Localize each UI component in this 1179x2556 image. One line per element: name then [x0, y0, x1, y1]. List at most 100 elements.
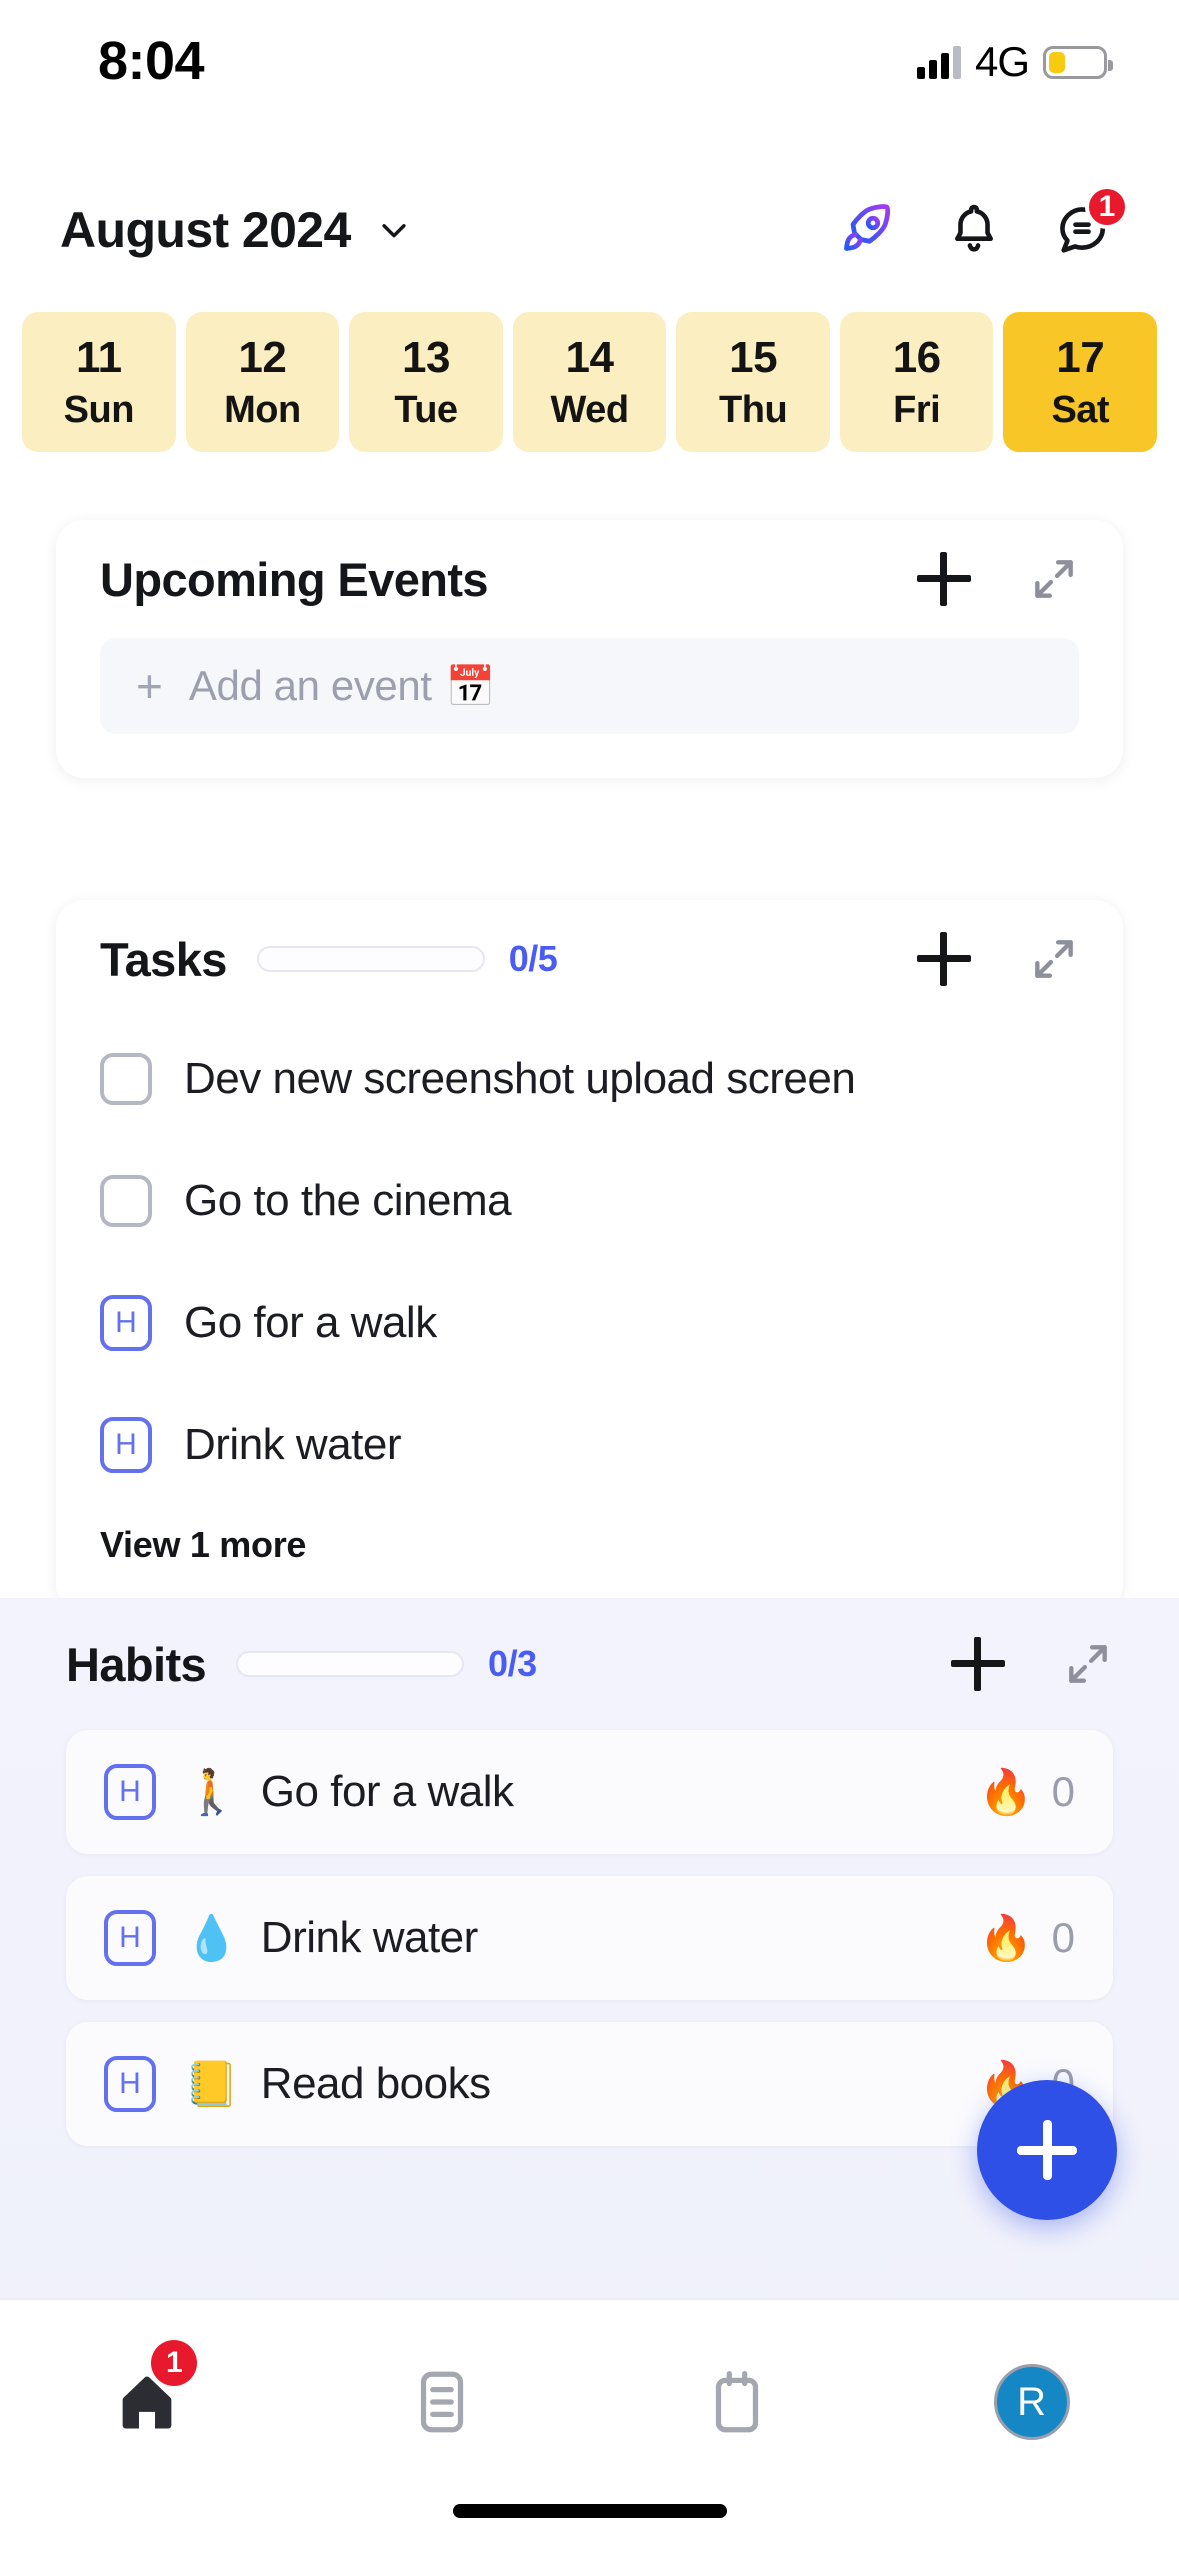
- habits-card-header: Habits 0/3: [0, 1598, 1179, 1730]
- bell-icon[interactable]: [943, 199, 1005, 261]
- notebook-emoji-icon: 📒: [184, 2060, 239, 2109]
- app-screen: 8:04 4G August 2024 1 11 Sun 12 Mon 13 T…: [0, 0, 1179, 2556]
- date-weekday: Mon: [224, 388, 301, 431]
- fire-emoji-icon: 🔥: [978, 1768, 1034, 1817]
- add-habit-button[interactable]: [951, 1637, 1005, 1691]
- events-title: Upcoming Events: [100, 552, 489, 606]
- date-number: 16: [892, 332, 941, 382]
- table-row[interactable]: Go to the cinema: [56, 1140, 1123, 1262]
- date-cell-13[interactable]: 13 Tue: [349, 312, 503, 452]
- date-weekday: Tue: [394, 388, 458, 431]
- date-number: 17: [1056, 332, 1105, 382]
- chat-bubble-icon[interactable]: 1: [1051, 185, 1129, 261]
- habit-badge-icon[interactable]: H: [104, 2056, 156, 2112]
- habit-badge-icon[interactable]: H: [104, 1764, 156, 1820]
- habit-badge-icon[interactable]: H: [100, 1417, 152, 1473]
- habit-badge-icon[interactable]: H: [104, 1910, 156, 1966]
- tasks-title: Tasks: [100, 932, 227, 986]
- streak-count: 0: [1051, 1768, 1075, 1815]
- expand-diagonal-icon[interactable]: [1063, 1639, 1113, 1689]
- status-bar: 8:04 4G: [0, 0, 1179, 150]
- home-indicator: [452, 2504, 727, 2518]
- date-weekday: Fri: [893, 388, 941, 431]
- nav-item-home[interactable]: 1: [0, 2340, 295, 2450]
- habits-progress-bar: [236, 1651, 465, 1677]
- habit-badge-icon[interactable]: H: [100, 1295, 152, 1351]
- collapse-diagonal-icon[interactable]: [1029, 934, 1079, 984]
- status-indicators: 4G: [916, 38, 1113, 86]
- status-time: 8:04: [98, 31, 205, 91]
- date-strip: 11 Sun 12 Mon 13 Tue 14 Wed 15 Thu 16 Fr…: [0, 312, 1179, 452]
- view-more-button[interactable]: View 1 more: [56, 1506, 1123, 1612]
- date-cell-14[interactable]: 14 Wed: [512, 312, 667, 452]
- chevron-down-icon[interactable]: [377, 213, 411, 247]
- tasks-progress: 0/5: [256, 938, 558, 980]
- task-label: Dev new screenshot upload screen: [184, 1054, 856, 1103]
- list-item[interactable]: H 💧 Drink water 🔥 0: [66, 1876, 1113, 2000]
- tasks-progress-label: 0/5: [508, 938, 558, 979]
- date-weekday: Thu: [719, 388, 788, 431]
- page-title[interactable]: August 2024: [60, 201, 351, 259]
- habits-progress-label: 0/3: [488, 1643, 537, 1684]
- date-number: 12: [238, 332, 287, 382]
- task-checkbox[interactable]: [100, 1053, 152, 1105]
- add-event-row[interactable]: + Add an event 📅: [100, 638, 1079, 734]
- tasks-progress-bar: [256, 946, 485, 972]
- nav-item-profile[interactable]: R: [884, 2354, 1179, 2450]
- task-label: Go to the cinema: [184, 1176, 512, 1225]
- date-weekday: Wed: [550, 388, 630, 431]
- add-fab-button[interactable]: [977, 2080, 1117, 2220]
- date-number: 13: [401, 332, 450, 382]
- date-cell-11[interactable]: 11 Sun: [22, 312, 176, 452]
- date-weekday: Sun: [63, 388, 135, 431]
- fire-emoji-icon: 🔥: [978, 1914, 1034, 1963]
- add-plus-label: +: [136, 660, 163, 712]
- streak-count: 0: [1051, 1914, 1075, 1961]
- table-row[interactable]: H Drink water: [56, 1384, 1123, 1506]
- tasks-card-header: Tasks 0/5: [56, 900, 1123, 1018]
- network-label: 4G: [974, 38, 1030, 85]
- task-checkbox[interactable]: [100, 1175, 152, 1227]
- task-label: Drink water: [184, 1420, 402, 1469]
- tasks-card: Tasks 0/5 Dev new screenshot upload scre…: [56, 900, 1123, 1612]
- date-cell-12[interactable]: 12 Mon: [185, 312, 340, 452]
- walking-emoji-icon: 🚶: [184, 1768, 239, 1817]
- habits-section: Habits 0/3 H 🚶 Go for a walk 🔥 0 H 💧 Dri…: [0, 1598, 1179, 2418]
- nav-item-calendar[interactable]: [590, 2354, 885, 2450]
- date-cell-15[interactable]: 15 Thu: [676, 312, 830, 452]
- nav-item-list[interactable]: [295, 2354, 590, 2450]
- rocket-icon[interactable]: [835, 199, 897, 261]
- date-cell-17-selected[interactable]: 17 Sat: [1003, 312, 1158, 452]
- habits-progress: 0/3: [236, 1643, 537, 1685]
- add-task-button[interactable]: [917, 932, 971, 986]
- chat-badge: 1: [1085, 185, 1129, 229]
- add-event-placeholder: Add an event: [188, 662, 432, 709]
- calendar-emoji-icon: 📅: [445, 664, 496, 709]
- app-header: August 2024 1: [0, 176, 1179, 284]
- table-row[interactable]: Dev new screenshot upload screen: [56, 1018, 1123, 1140]
- home-badge: 1: [151, 2340, 198, 2386]
- expand-diagonal-icon[interactable]: [1029, 554, 1079, 604]
- water-drop-emoji-icon: 💧: [184, 1914, 239, 1963]
- habit-label: Drink water: [260, 1913, 479, 1962]
- date-cell-16[interactable]: 16 Fri: [839, 312, 994, 452]
- events-card-header: Upcoming Events: [56, 520, 1123, 638]
- add-event-button[interactable]: [917, 552, 971, 606]
- header-actions: 1: [835, 185, 1129, 261]
- habit-streak: 🔥 0: [979, 1766, 1075, 1818]
- habit-label: Go for a walk: [260, 1767, 514, 1816]
- list-item[interactable]: H 🚶 Go for a walk 🔥 0: [66, 1730, 1113, 1854]
- task-label: Go for a walk: [184, 1298, 437, 1347]
- habit-label: Read books: [260, 2059, 491, 2108]
- habit-streak: 🔥 0: [979, 1912, 1075, 1964]
- habits-title: Habits: [66, 1637, 207, 1691]
- date-number: 14: [565, 332, 614, 382]
- date-number: 15: [729, 332, 778, 382]
- table-row[interactable]: H Go for a walk: [56, 1262, 1123, 1384]
- list-item[interactable]: H 📒 Read books 🔥 0: [66, 2022, 1113, 2146]
- bottom-nav: 1 R: [0, 2298, 1179, 2556]
- date-number: 11: [76, 332, 122, 382]
- avatar[interactable]: R: [993, 2364, 1070, 2440]
- upcoming-events-card: Upcoming Events + Add an event 📅: [56, 520, 1123, 778]
- date-weekday: Sat: [1051, 388, 1110, 431]
